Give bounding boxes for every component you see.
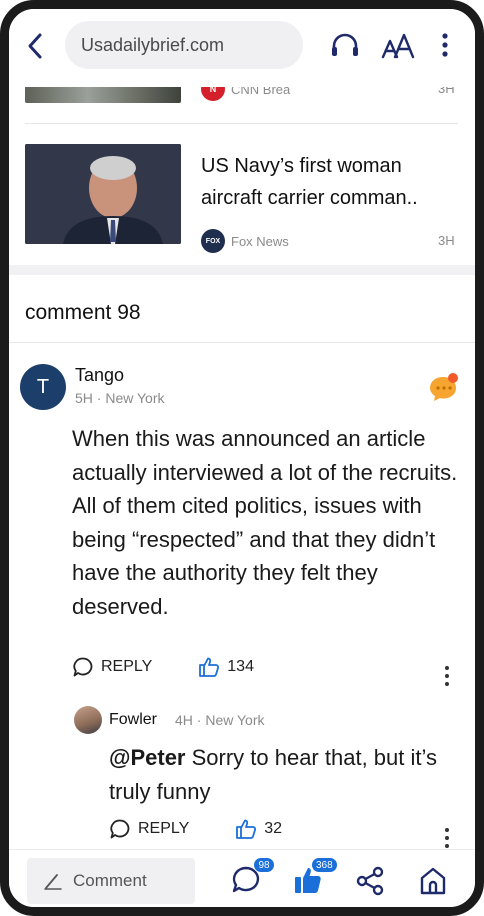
comment-input[interactable]: Comment xyxy=(27,858,195,904)
news-item[interactable]: US Navy’s first woman aircraft carrier c… xyxy=(25,144,458,254)
comment-meta: 5H · New York xyxy=(75,390,165,406)
thumbs-up-icon xyxy=(236,819,257,839)
comments-title: comment 98 xyxy=(25,301,141,324)
headphones-icon[interactable] xyxy=(329,29,361,61)
like-count-badge: 368 xyxy=(311,857,338,873)
like-button[interactable]: 134 xyxy=(198,656,254,678)
pencil-icon xyxy=(44,874,62,890)
reply-author[interactable]: Fowler xyxy=(109,711,157,729)
news-time: 3H xyxy=(438,233,455,248)
comment-author[interactable]: Tango xyxy=(75,365,124,386)
share-icon[interactable] xyxy=(354,865,386,897)
thumbs-up-icon xyxy=(199,657,220,677)
comments-button[interactable]: 98 xyxy=(231,857,275,897)
font-size-icon[interactable] xyxy=(381,29,415,61)
emoji-reaction-icon[interactable] xyxy=(428,371,460,403)
news-thumbnail xyxy=(25,144,181,244)
reply-bubble-icon xyxy=(110,819,130,839)
reply-actions: REPLY 32 xyxy=(109,818,282,840)
more-options-icon[interactable] xyxy=(439,827,455,849)
reply-text: @Peter Sorry to hear that, but it’s trul… xyxy=(109,745,437,804)
news-title: US Navy’s first woman aircraft carrier c… xyxy=(201,155,418,209)
url-text: Usadailybrief.com xyxy=(81,34,225,55)
news-source: FOX Fox News xyxy=(201,229,289,253)
reply-bubble-icon xyxy=(73,657,93,677)
reply-meta: 4H · New York xyxy=(175,712,265,728)
url-bar[interactable]: Usadailybrief.com xyxy=(65,21,303,69)
divider xyxy=(25,123,458,124)
like-article-button[interactable]: 368 xyxy=(293,857,338,897)
home-icon[interactable] xyxy=(417,865,449,897)
reply-button[interactable]: REPLY xyxy=(109,818,189,840)
comment-actions: REPLY 134 xyxy=(72,656,254,678)
section-divider xyxy=(9,265,475,275)
reply-button[interactable]: REPLY xyxy=(72,656,152,678)
divider xyxy=(9,342,475,343)
avatar[interactable]: T xyxy=(20,364,66,410)
bottom-bar: Comment 98 368 xyxy=(9,849,475,907)
fox-news-logo-icon: FOX xyxy=(201,229,225,253)
more-options-icon[interactable] xyxy=(439,665,455,687)
back-icon[interactable] xyxy=(23,31,47,61)
more-vertical-icon[interactable] xyxy=(437,29,453,61)
like-button[interactable]: 32 xyxy=(235,818,282,840)
top-bar: Usadailybrief.com xyxy=(9,9,475,87)
comment-text: When this was announced an article actua… xyxy=(72,426,458,619)
mention[interactable]: @Peter xyxy=(109,745,185,770)
avatar[interactable] xyxy=(74,706,102,734)
phone-frame: Usadailybrief.com N CNN Brea 3H US Navy’… xyxy=(0,0,484,916)
comment-count-badge: 98 xyxy=(253,857,275,873)
